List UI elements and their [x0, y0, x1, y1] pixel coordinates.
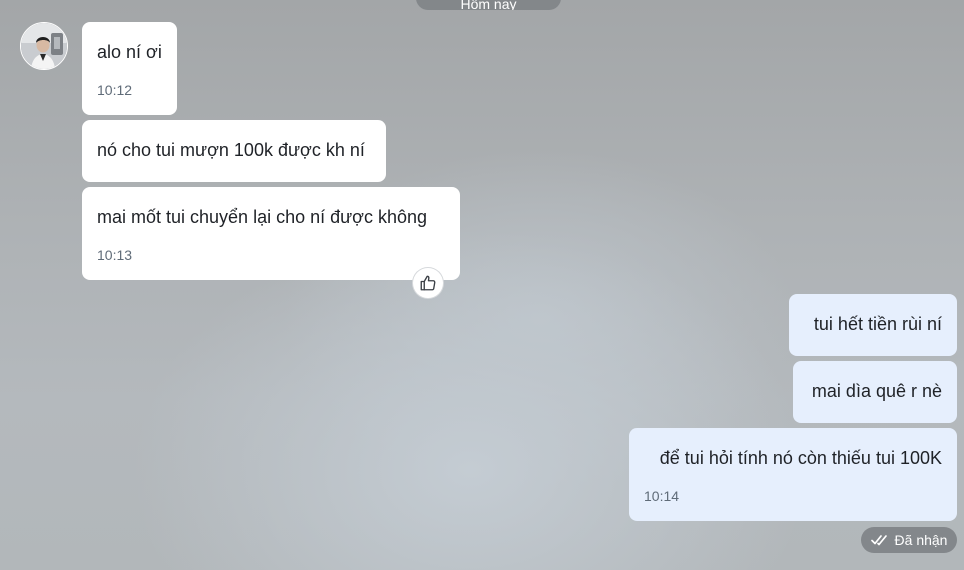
message-text: nó cho tui mượn 100k được kh ní	[97, 140, 365, 160]
react-like-button[interactable]	[413, 268, 443, 298]
date-divider-label: Hôm nay	[460, 0, 517, 10]
message-bubble-outgoing[interactable]: tui hết tiền rùi ní	[789, 294, 957, 356]
message-text: tui hết tiền rùi ní	[813, 314, 942, 334]
message-time: 10:12	[97, 82, 133, 98]
message-time: 10:14	[644, 488, 680, 504]
message-text: để tui hỏi tính nó còn thiếu tui 100K	[659, 448, 942, 468]
contact-avatar[interactable]	[20, 22, 68, 70]
message-time: 10:13	[97, 247, 133, 263]
thumbs-up-icon	[420, 275, 436, 291]
chat-message-area[interactable]: Hôm nay alo ní ơi 10:12 nó cho tui mượn …	[0, 0, 964, 570]
double-check-icon	[870, 535, 887, 546]
delivery-status-badge: Đã nhận	[861, 527, 957, 553]
message-bubble-incoming[interactable]: alo ní ơi 10:12	[82, 22, 177, 115]
message-text: mai dìa quê r nè	[811, 381, 942, 401]
message-bubble-incoming[interactable]: mai mốt tui chuyển lại cho ní được không…	[82, 187, 460, 280]
message-text: mai mốt tui chuyển lại cho ní được không	[97, 207, 428, 227]
delivery-status-label: Đã nhận	[894, 532, 948, 548]
message-bubble-outgoing[interactable]: mai dìa quê r nè	[793, 361, 957, 423]
user-avatar-icon	[21, 23, 67, 69]
message-bubble-outgoing[interactable]: để tui hỏi tính nó còn thiếu tui 100K 10…	[629, 428, 957, 521]
date-divider: Hôm nay	[416, 0, 561, 10]
message-text: alo ní ơi	[97, 42, 162, 62]
message-bubble-incoming[interactable]: nó cho tui mượn 100k được kh ní	[82, 120, 386, 182]
